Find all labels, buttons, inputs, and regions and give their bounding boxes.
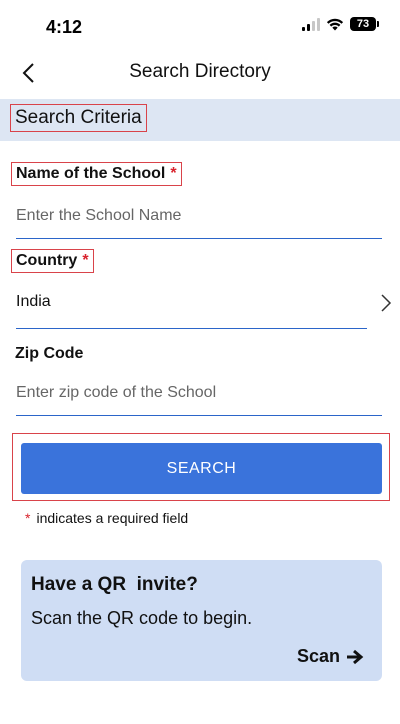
zip-code-input[interactable]	[16, 379, 382, 407]
zip-code-label: Zip Code	[11, 343, 87, 365]
school-name-input[interactable]	[16, 202, 382, 230]
country-label-text: Country	[16, 252, 78, 269]
status-time: 4:12	[46, 17, 83, 37]
page-title: Search Directory	[129, 61, 271, 82]
required-asterisk: *	[25, 510, 31, 526]
section-header: Search Criteria	[0, 99, 400, 141]
zip-code-label-text: Zip Code	[15, 345, 84, 362]
nav-bar: Search Directory	[0, 52, 400, 92]
scan-button[interactable]: Scan	[297, 646, 364, 667]
school-name-label-text: Name of the School	[16, 165, 166, 182]
school-name-label: Name of the School *	[11, 162, 182, 186]
status-icons: 73	[302, 17, 379, 31]
country-underline	[16, 328, 367, 329]
section-title: Search Criteria	[10, 104, 147, 132]
country-value: India	[16, 293, 51, 310]
country-select[interactable]	[0, 282, 400, 326]
battery-icon: 73	[350, 17, 379, 31]
school-name-underline	[16, 238, 382, 239]
cellular-signal-icon	[302, 17, 320, 31]
qr-card-title: Have a QR invite?	[31, 574, 198, 595]
country-label: Country *	[11, 249, 94, 273]
search-button[interactable]: SEARCH	[21, 443, 382, 494]
scan-label: Scan	[296, 646, 340, 666]
required-note-text: indicates a required field	[36, 510, 189, 526]
qr-invite-card: Have a QR invite? Scan the QR code to be…	[21, 560, 382, 681]
arrow-right-icon	[347, 649, 364, 664]
status-bar: 4:12 73	[0, 0, 400, 52]
required-asterisk: *	[82, 252, 89, 269]
zip-code-underline	[16, 415, 382, 416]
qr-card-subtitle: Scan the QR code to begin.	[31, 608, 253, 628]
wifi-icon	[326, 18, 344, 31]
required-asterisk: *	[170, 165, 177, 182]
chevron-right-icon	[381, 294, 392, 312]
required-field-note: * indicates a required field	[25, 510, 188, 526]
